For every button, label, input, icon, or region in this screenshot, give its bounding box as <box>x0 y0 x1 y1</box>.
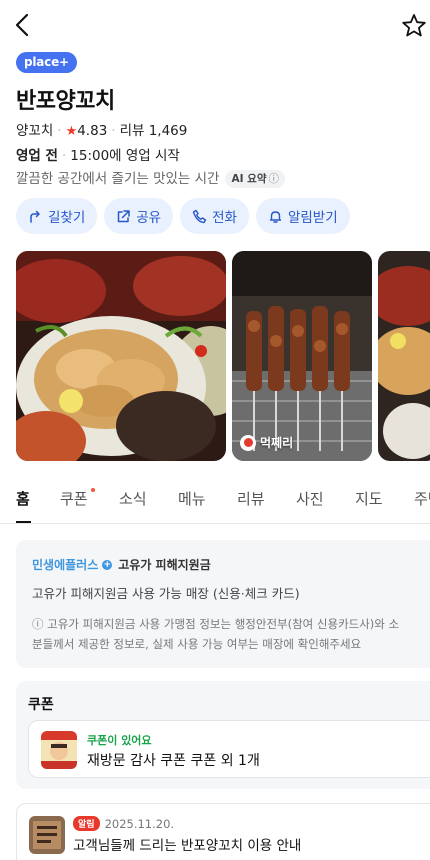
business-hours-row[interactable]: 영업 전 · 15:00에 영업 시작 <box>16 144 180 164</box>
open-time-text: 15:00에 영업 시작 <box>70 148 180 164</box>
call-label: 전화 <box>212 210 237 226</box>
coupon-section-title: 쿠폰 <box>28 697 54 713</box>
tab-map[interactable]: 지도 <box>355 488 383 509</box>
news-item[interactable]: 알림 2025.11.20. 고객님들께 드리는 반포양꼬치 이용 안내 <box>16 803 430 860</box>
active-tab-indicator <box>16 521 31 523</box>
back-button[interactable] <box>10 12 36 38</box>
food-photo-fried-platter[interactable] <box>16 251 226 461</box>
brand-sub-label: 고유가 피해지원금 <box>118 558 211 572</box>
coupon-section: 쿠폰 쿠폰이 있어요 재방문 감사 쿠폰 쿠폰 외 1개 <box>16 681 430 789</box>
category-label: 양꼬치 <box>16 123 54 139</box>
photo-carousel[interactable]: 먹쩨리 <box>16 251 430 461</box>
separator-dot: · <box>111 123 116 139</box>
place-meta-row: 양꼬치 · ★4.83 · 리뷰 1,469 <box>16 119 187 139</box>
share-button[interactable]: 공유 <box>104 198 174 234</box>
food-photo-image <box>378 251 430 461</box>
news-thumbnail <box>29 816 65 854</box>
subsidy-notice-card[interactable]: 민생에플러스 + 고유가 피해지원금 고유가 피해지원금 사용 가능 매장 (신용·… <box>16 540 430 668</box>
share-icon <box>118 209 131 222</box>
food-photo-skewers[interactable]: 먹쩨리 <box>232 251 372 461</box>
separator-dot: · <box>61 148 67 164</box>
directions-label: 길찾기 <box>48 210 86 226</box>
coupon-thumbnail <box>41 731 77 769</box>
share-label: 공유 <box>136 210 162 226</box>
call-button[interactable]: 전화 <box>180 198 249 234</box>
notify-label: 알림받기 <box>287 210 338 226</box>
subsidy-disclaimer: ⓘ 고유가 피해지원금 사용 가맹점 정보는 행정안전부(참여 신용카드사)와 … <box>32 614 430 654</box>
disclaimer-line-2: 분들께서 제공한 정보로, 실제 사용 가능 여부는 매장에 확인해주세요 <box>32 637 362 651</box>
bookmark-button[interactable] <box>400 12 428 40</box>
place-plus-badge: place+ <box>16 52 77 73</box>
info-icon: ⓘ <box>268 173 279 185</box>
tab-coupon[interactable]: 쿠폰 <box>60 488 88 509</box>
rating-value: 4.83 <box>77 123 108 139</box>
phone-icon <box>192 209 207 223</box>
news-title: 고객님들께 드리는 반포양꼬치 이용 안내 <box>73 838 302 854</box>
tab-bar: 홈 쿠폰 소식 메뉴 리뷰 사진 지도 주변 <box>0 482 430 524</box>
tab-review[interactable]: 리뷰 <box>237 488 265 509</box>
coupon-available-tag: 쿠폰이 있어요 <box>87 734 152 747</box>
news-meta: 알림 2025.11.20. <box>73 816 174 831</box>
brand-label: 민생에플러스 <box>32 558 99 572</box>
ai-summary-row: 깔끔한 공간에서 즐기는 맛있는 시간 AI 요약 ⓘ <box>16 167 285 188</box>
tab-home[interactable]: 홈 <box>16 488 30 509</box>
food-photo-spread[interactable] <box>378 251 430 461</box>
coupon-card[interactable]: 쿠폰이 있어요 재방문 감사 쿠폰 쿠폰 외 1개 <box>28 720 430 778</box>
tab-photo[interactable]: 사진 <box>296 488 324 509</box>
notify-button[interactable]: 알림받기 <box>255 198 350 234</box>
photo-tag-label: 먹쩨리 <box>260 436 294 450</box>
bell-icon <box>269 210 282 223</box>
business-status: 영업 전 <box>16 148 58 164</box>
directions-button[interactable]: 길찾기 <box>16 198 98 234</box>
place-title: 반포양꼬치 <box>16 89 115 114</box>
tab-nearby[interactable]: 주변 <box>414 488 430 509</box>
plus-icon: + <box>102 559 113 570</box>
directions-icon <box>30 210 40 223</box>
news-badge: 알림 <box>73 816 100 831</box>
subsidy-brand: 민생에플러스 + 고유가 피해지원금 <box>32 556 430 573</box>
photo-tag: 먹쩨리 <box>240 434 293 451</box>
ai-summary-badge[interactable]: AI 요약 ⓘ <box>225 170 285 188</box>
ai-summary-text: 깔끔한 공간에서 즐기는 맛있는 시간 <box>16 171 220 187</box>
review-count-link[interactable]: 리뷰 1,469 <box>120 123 188 139</box>
news-date: 2025.11.20. <box>104 816 175 831</box>
star-outline-icon <box>402 14 426 37</box>
disclaimer-line-1: ⓘ 고유가 피해지원금 사용 가맹점 정보는 행정안전부(참여 신용카드사)와 … <box>32 617 400 631</box>
tag-avatar-icon <box>240 434 256 451</box>
tab-news[interactable]: 소식 <box>119 488 147 509</box>
food-photo-image <box>16 251 226 461</box>
top-bar <box>0 0 430 50</box>
new-dot-indicator <box>91 488 95 492</box>
ai-summary-label: AI 요약 <box>231 173 267 185</box>
chevron-left-icon <box>15 13 29 37</box>
coupon-title: 재방문 감사 쿠폰 쿠폰 외 1개 <box>87 753 260 769</box>
rating-star-icon: ★ <box>65 124 78 139</box>
separator-dot: · <box>57 123 62 139</box>
subsidy-description: 고유가 피해지원금 사용 가능 매장 (신용·체크 카드) <box>32 586 300 601</box>
tab-menu[interactable]: 메뉴 <box>178 488 206 509</box>
food-photo-image <box>232 251 372 461</box>
action-buttons: 길찾기 공유 전화 알림받기 <box>16 198 350 234</box>
